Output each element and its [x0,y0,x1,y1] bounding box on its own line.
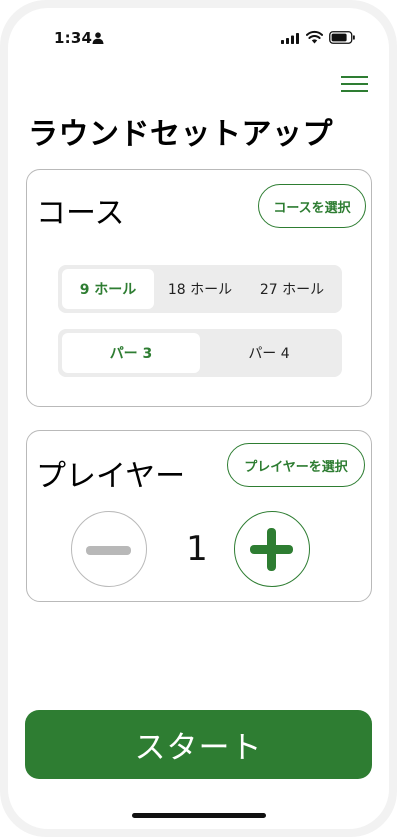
menu-icon[interactable] [341,75,368,93]
status-time: 1:34 [54,29,93,47]
battery-icon [329,31,355,44]
player-card: プレイヤー プレイヤーを選択 1 [26,430,372,602]
player-title: プレイヤー [36,459,186,494]
wifi-icon [306,30,323,44]
person-icon [92,32,104,44]
course-card: コース コースを選択 9 ホール 18 ホール 27 ホール パー 3 パー 4 [26,169,372,407]
par-option-4[interactable]: パー 4 [200,333,338,373]
start-button[interactable]: スタート [25,710,372,779]
holes-segmented-control: 9 ホール 18 ホール 27 ホール [58,265,342,313]
plus-icon-vertical [267,528,276,571]
holes-option-18[interactable]: 18 ホール [154,269,246,309]
par-option-3[interactable]: パー 3 [62,333,200,373]
player-count: 1 [186,529,208,569]
holes-option-9[interactable]: 9 ホール [62,269,154,309]
signal-icon [281,33,299,44]
select-player-button[interactable]: プレイヤーを選択 [227,443,365,487]
course-title: コース [36,196,125,231]
select-course-button[interactable]: コースを選択 [258,184,366,228]
holes-option-27[interactable]: 27 ホール [246,269,338,309]
minus-icon [86,546,131,555]
home-indicator [132,813,266,818]
status-bar: 1:34 [8,8,389,60]
page-title: ラウンドセットアップ [28,117,333,152]
phone-frame: 1:34 ラウンドセットアップ コース コースを選択 9 ホール 18 ホール … [0,0,397,837]
decrement-button[interactable] [71,511,147,587]
increment-button[interactable] [234,511,310,587]
screen: 1:34 ラウンドセットアップ コース コースを選択 9 ホール 18 ホール … [8,8,389,829]
par-segmented-control: パー 3 パー 4 [58,329,342,377]
